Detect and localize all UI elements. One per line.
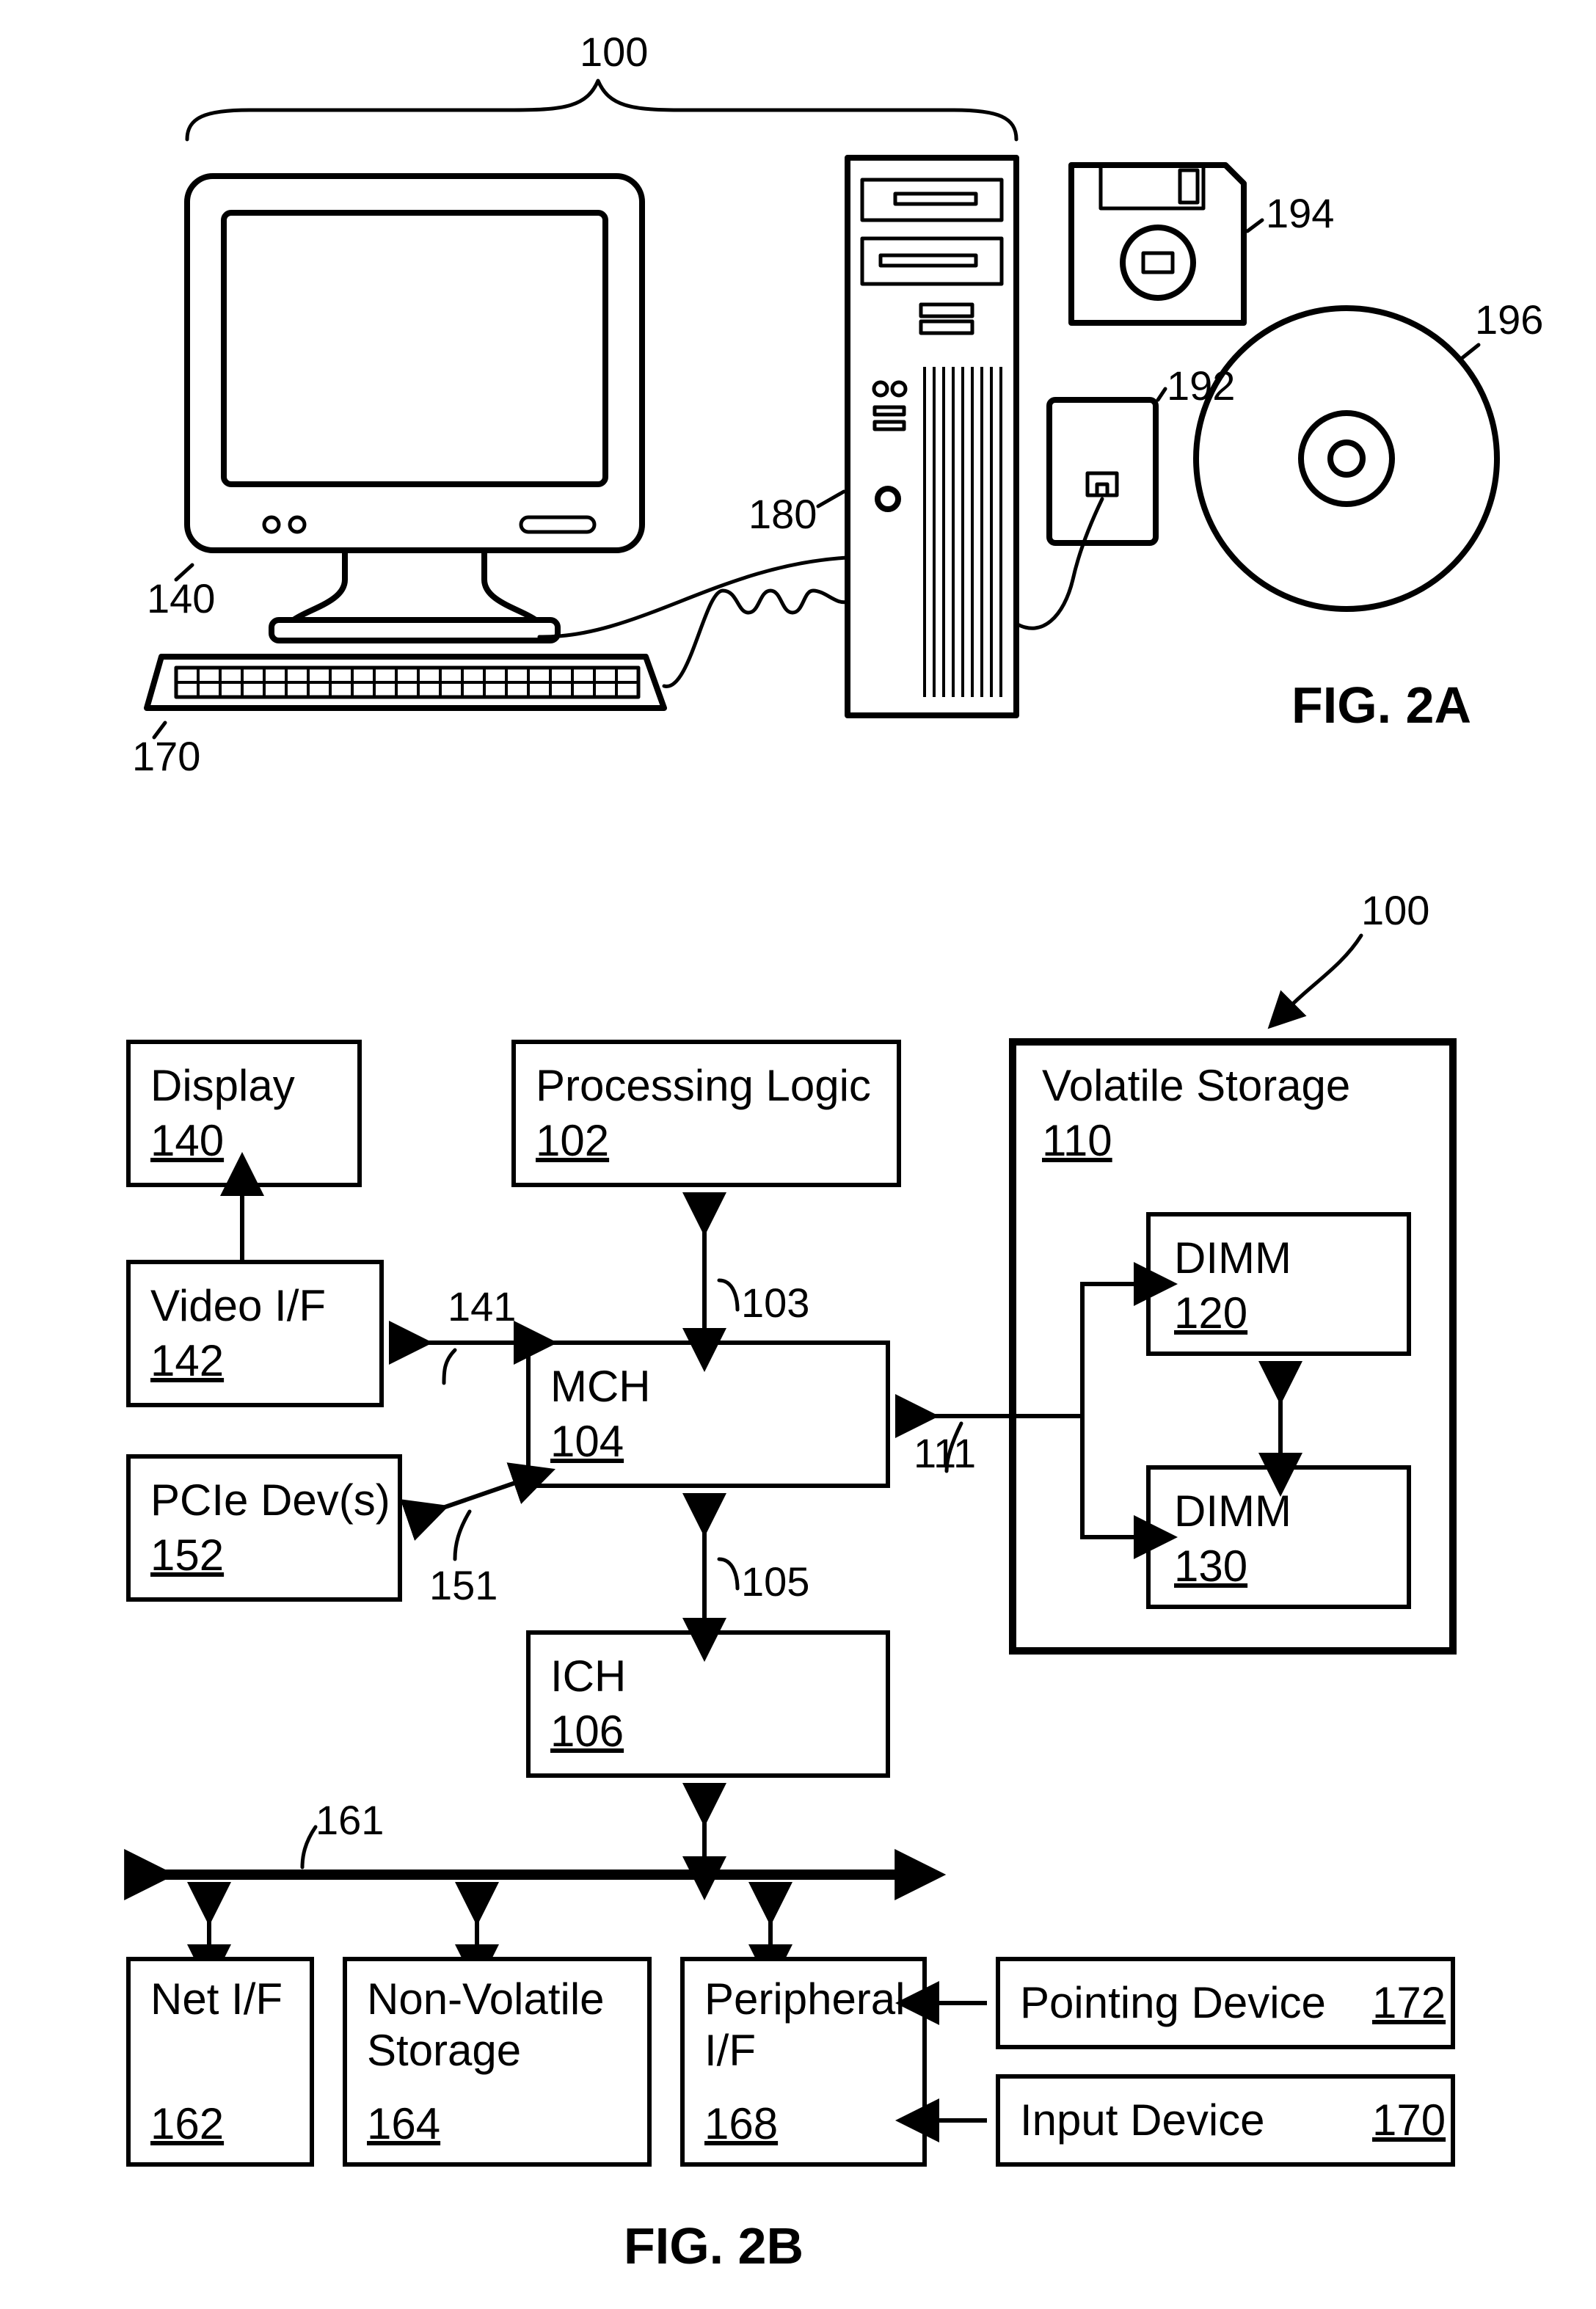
cd-icon bbox=[1196, 308, 1497, 609]
input-device-ref: 170 bbox=[1372, 2095, 1446, 2145]
volatile-storage-ref: 110 bbox=[1042, 1116, 1112, 1165]
peripheral-if-label-2: I/F bbox=[704, 2026, 756, 2075]
floppy-icon bbox=[1071, 165, 1244, 323]
ich-label: ICH bbox=[550, 1652, 626, 1701]
display-label: Display bbox=[150, 1061, 295, 1110]
ref-105: 105 bbox=[741, 1558, 809, 1605]
fig-2b-title: FIG. 2B bbox=[624, 2217, 804, 2275]
ich-ref: 106 bbox=[550, 1707, 624, 1756]
tower-ref: 180 bbox=[748, 491, 817, 537]
pointing-device-ref: 172 bbox=[1372, 1978, 1446, 2027]
ref-151: 151 bbox=[429, 1562, 498, 1608]
display-ref: 140 bbox=[150, 1116, 224, 1165]
monitor-icon bbox=[187, 176, 642, 641]
pcie-label: PCIe Dev(s) bbox=[150, 1476, 390, 1525]
input-device-label: Input Device bbox=[1020, 2095, 1265, 2145]
tower-icon bbox=[848, 158, 1016, 715]
video-if-ref: 142 bbox=[150, 1336, 224, 1385]
ref-141: 141 bbox=[448, 1283, 516, 1329]
processing-logic-label: Processing Logic bbox=[536, 1061, 871, 1110]
pcie-ref: 152 bbox=[150, 1531, 224, 1580]
cd-ref: 196 bbox=[1475, 296, 1543, 343]
ref-161: 161 bbox=[316, 1797, 384, 1843]
dimm-120-ref: 120 bbox=[1174, 1288, 1247, 1338]
mch-ref: 104 bbox=[550, 1417, 624, 1466]
nv-storage-ref: 164 bbox=[367, 2099, 440, 2148]
dimm-120-label: DIMM bbox=[1174, 1233, 1291, 1283]
processing-logic-ref: 102 bbox=[536, 1116, 609, 1165]
mch-label: MCH bbox=[550, 1362, 651, 1411]
nv-storage-label-1: Non-Volatile bbox=[367, 1974, 605, 2024]
volatile-storage-label: Volatile Storage bbox=[1042, 1061, 1350, 1110]
peripheral-if-label-1: Peripheral bbox=[704, 1974, 906, 2024]
fig-2a: 100 140 170 bbox=[132, 29, 1543, 779]
monitor-ref: 140 bbox=[147, 575, 215, 621]
diagram-root: 100 140 170 bbox=[0, 0, 1596, 2309]
peripheral-if-ref: 168 bbox=[704, 2099, 778, 2148]
fig-2a-title: FIG. 2A bbox=[1291, 676, 1471, 734]
link-pcie-mch bbox=[411, 1482, 517, 1519]
keyboard-ref: 170 bbox=[132, 733, 200, 779]
video-if-label: Video I/F bbox=[150, 1281, 326, 1330]
fig2b-system-ref: 100 bbox=[1361, 887, 1429, 933]
fig2a-system-ref: 100 bbox=[580, 29, 648, 75]
keyboard-icon bbox=[147, 657, 664, 708]
dimm-130-ref: 130 bbox=[1174, 1542, 1247, 1591]
dimm-130-label: DIMM bbox=[1174, 1487, 1291, 1536]
net-if-label: Net I/F bbox=[150, 1974, 283, 2024]
nv-storage-label-2: Storage bbox=[367, 2026, 521, 2075]
wall-jack-icon bbox=[1049, 400, 1156, 543]
ref-111: 111 bbox=[914, 1430, 976, 1476]
floppy-ref: 194 bbox=[1266, 190, 1334, 236]
net-if-ref: 162 bbox=[150, 2099, 224, 2148]
fig-2b: 100 Display 140 Video I/F 142 PCIe Dev(s… bbox=[128, 887, 1453, 2275]
pointing-device-label: Pointing Device bbox=[1020, 1978, 1326, 2027]
ref-103: 103 bbox=[741, 1280, 809, 1326]
